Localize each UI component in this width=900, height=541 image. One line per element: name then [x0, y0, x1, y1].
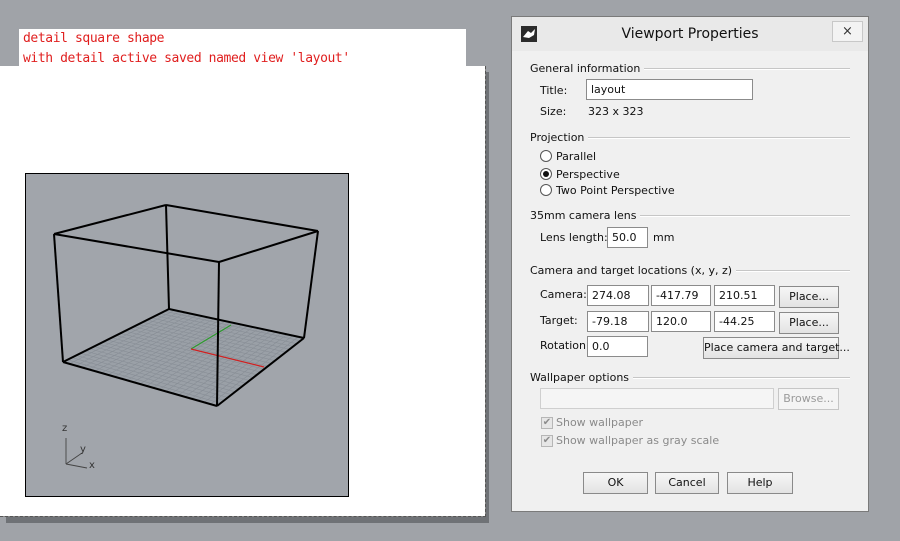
lens-length-input[interactable]: 50.0: [607, 227, 648, 248]
annotation-line-1: detail square shape: [23, 31, 165, 46]
title-input[interactable]: layout: [586, 79, 753, 100]
size-value: 323 x 323: [588, 105, 644, 118]
gray-scale-label[interactable]: Show wallpaper as gray scale: [556, 434, 719, 447]
perspective-label[interactable]: Perspective: [556, 168, 620, 181]
camera-heading: Camera and target locations (x, y, z): [530, 264, 737, 277]
checkmark-icon: ✔: [542, 417, 552, 428]
help-button[interactable]: Help: [727, 472, 793, 494]
place-camera-button[interactable]: Place...: [779, 286, 839, 308]
wallpaper-heading: Wallpaper options: [530, 371, 634, 384]
general-heading: General information: [530, 62, 645, 75]
general-divider: [620, 68, 850, 70]
viewport-properties-dialog: Viewport Properties × General informatio…: [511, 16, 869, 512]
perspective-radio[interactable]: [540, 168, 552, 180]
close-icon: ×: [842, 24, 853, 39]
lens-length-label: Lens length:: [540, 231, 608, 244]
wallpaper-divider: [620, 377, 850, 379]
axis-label-x: x: [89, 460, 95, 471]
detail-viewport[interactable]: z y x: [25, 173, 349, 497]
place-target-button[interactable]: Place...: [779, 312, 839, 334]
target-y-input[interactable]: 120.0: [651, 311, 711, 332]
axis-label-y: y: [80, 444, 86, 455]
title-bar[interactable]: Viewport Properties ×: [512, 17, 868, 51]
place-camera-and-target-button[interactable]: Place camera and target...: [703, 337, 850, 359]
axis-label-z: z: [62, 423, 68, 434]
projection-divider: [584, 137, 850, 139]
title-label: Title:: [540, 84, 568, 97]
rotation-label: Rotation:: [540, 339, 590, 352]
cancel-button[interactable]: Cancel: [655, 472, 719, 494]
show-wallpaper-checkbox[interactable]: ✔: [541, 417, 553, 429]
close-button[interactable]: ×: [832, 21, 863, 42]
camera-z-input[interactable]: 210.51: [714, 285, 775, 306]
target-x-input[interactable]: -79.18: [587, 311, 649, 332]
camera-x-input[interactable]: 274.08: [587, 285, 649, 306]
two-point-perspective-label[interactable]: Two Point Perspective: [556, 184, 675, 197]
camera-label: Camera:: [540, 288, 587, 301]
ok-button[interactable]: OK: [583, 472, 648, 494]
rotation-input[interactable]: 0.0: [587, 336, 648, 357]
lens-unit: mm: [653, 231, 675, 244]
size-label: Size:: [540, 105, 567, 118]
parallel-radio[interactable]: [540, 150, 552, 162]
lens-heading: 35mm camera lens: [530, 209, 641, 222]
two-point-perspective-radio[interactable]: [540, 184, 552, 196]
annotation-line-2: with detail active saved named view 'lay…: [23, 51, 350, 66]
show-wallpaper-label[interactable]: Show wallpaper: [556, 416, 643, 429]
annotation-text-box[interactable]: detail square shape with detail active s…: [19, 29, 466, 69]
projection-heading: Projection: [530, 131, 589, 144]
dialog-title: Viewport Properties: [621, 26, 759, 42]
target-label: Target:: [540, 314, 578, 327]
lens-divider: [624, 215, 850, 217]
wallpaper-path-input[interactable]: [540, 388, 774, 409]
target-z-input[interactable]: -44.25: [714, 311, 775, 332]
gray-scale-checkbox[interactable]: ✔: [541, 435, 553, 447]
browse-button[interactable]: Browse...: [778, 388, 839, 410]
camera-y-input[interactable]: -417.79: [651, 285, 711, 306]
perspective-box-drawing: [53, 204, 319, 469]
checkmark-icon: ✔: [542, 435, 552, 446]
parallel-label[interactable]: Parallel: [556, 150, 596, 163]
